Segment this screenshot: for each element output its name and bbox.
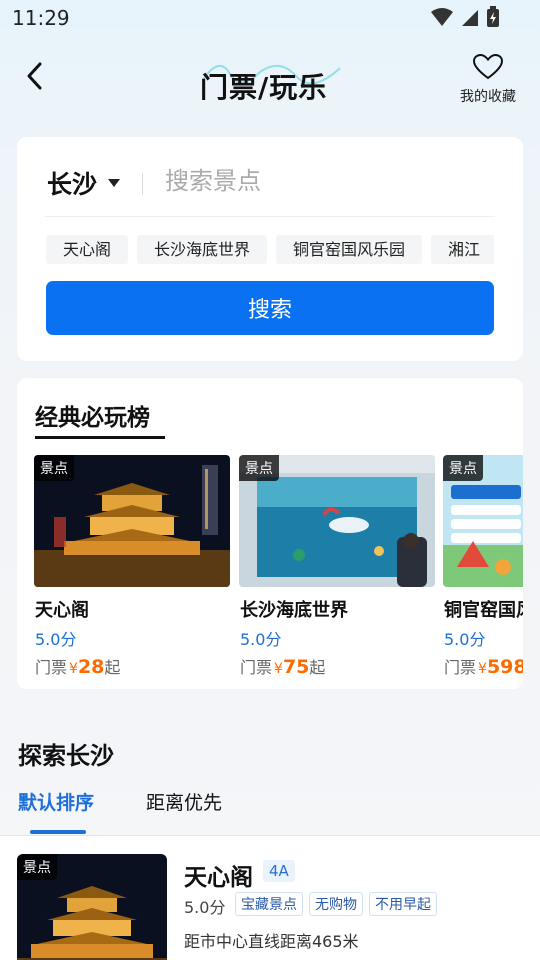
category-badge: 景点 — [239, 455, 279, 481]
favorites-label: 我的收藏 — [460, 89, 516, 105]
hot-tags: 天心阁 长沙海底世界 铜官窑国风乐园 湘江 — [46, 235, 494, 265]
title-underline — [35, 436, 165, 439]
favorites-button[interactable]: 我的收藏 — [456, 53, 520, 105]
feature-tag: 不用早起 — [369, 892, 437, 916]
ranking-item[interactable]: 景点 长沙海底世界 5.0分 门票 ¥75起 — [239, 455, 435, 689]
search-button[interactable]: 搜索 — [46, 281, 494, 335]
hot-tag[interactable]: 天心阁 — [46, 235, 129, 264]
attraction-name: 天心阁 — [184, 865, 253, 891]
ranking-item[interactable]: 景点 铜官窑国风乐园 5.0分 门票¥598起 — [443, 455, 523, 689]
search-input[interactable] — [165, 161, 485, 201]
status-time: 11:29 — [12, 6, 70, 30]
attraction-score: 5.0分 — [240, 630, 282, 649]
distance-text: 距市中心直线距离465米 — [184, 932, 359, 951]
caret-down-icon — [108, 179, 121, 187]
attraction-image: 景点 — [239, 455, 435, 587]
tab-indicator — [30, 830, 86, 834]
explore-title: 探索长沙 — [18, 742, 114, 770]
attraction-image: 景点 — [443, 455, 523, 587]
wifi-icon — [431, 8, 453, 26]
price-line: 门票¥598起 — [444, 654, 523, 678]
price-value: 75 — [282, 656, 310, 678]
status-icons — [430, 6, 500, 28]
title-wrap: 门票/玩乐 — [170, 52, 370, 108]
ranking-card: 经典必玩榜 景点 天心阁 5.0分 门票 ¥28起 景点 长沙海底世界 5.0分… — [17, 378, 523, 689]
attraction-image: 景点 — [34, 455, 230, 587]
currency-symbol: ¥ — [478, 661, 487, 677]
sort-tabs: 默认排序 距离优先 — [0, 786, 540, 836]
feature-tags: 宝藏景点 无购物 不用早起 — [235, 892, 437, 916]
page-title: 门票/玩乐 — [200, 71, 328, 104]
price-prefix: 门票 — [444, 658, 477, 677]
status-bar: 11:29 — [0, 0, 540, 36]
ranking-title: 经典必玩榜 — [35, 405, 150, 431]
price-suffix: 起 — [309, 658, 326, 677]
hot-tag[interactable]: 长沙海底世界 — [137, 235, 268, 264]
signal-icon — [462, 10, 478, 26]
price-value: 598 — [486, 656, 523, 678]
divider — [45, 216, 495, 217]
category-badge: 景点 — [34, 455, 74, 481]
header: 门票/玩乐 我的收藏 — [0, 40, 540, 120]
level-badge: 4A — [263, 860, 295, 882]
attraction-name: 铜官窑国风乐园 — [444, 600, 523, 621]
attraction-list: 景点 天心阁 4A 5.0分 宝藏景点 无购物 不用早起 距市中心直线距离465… — [0, 836, 540, 960]
attraction-score: 5.0分 — [444, 630, 486, 649]
attraction-score: 5.0分 — [184, 898, 226, 917]
price-suffix: 起 — [104, 658, 121, 677]
attraction-image: 景点 — [17, 854, 167, 960]
ranking-item[interactable]: 景点 天心阁 5.0分 门票 ¥28起 — [34, 455, 230, 689]
attraction-name: 长沙海底世界 — [240, 600, 348, 621]
price-prefix: 门票 — [35, 658, 68, 677]
back-arrow-icon — [27, 62, 42, 90]
heart-icon — [472, 53, 504, 80]
currency-symbol: ¥ — [69, 661, 78, 677]
price-line: 门票 ¥28起 — [35, 654, 120, 678]
category-badge: 景点 — [443, 455, 483, 481]
hot-tag[interactable]: 铜官窑国风乐园 — [276, 235, 423, 264]
city-name: 长沙 — [47, 170, 98, 199]
feature-tag: 无购物 — [309, 892, 363, 916]
currency-symbol: ¥ — [274, 661, 283, 677]
ranking-list: 景点 天心阁 5.0分 门票 ¥28起 景点 长沙海底世界 5.0分 门票 ¥7… — [34, 455, 523, 689]
category-badge: 景点 — [17, 854, 57, 880]
price-line: 门票 ¥75起 — [240, 654, 325, 678]
tab-distance-first[interactable]: 距离优先 — [146, 788, 222, 815]
tab-default-sort[interactable]: 默认排序 — [18, 788, 94, 815]
city-selector[interactable]: 长沙 — [47, 165, 121, 201]
search-card: 长沙 天心阁 长沙海底世界 铜官窑国风乐园 湘江 搜索 — [17, 137, 523, 361]
back-button[interactable] — [14, 56, 54, 96]
battery-icon — [487, 6, 499, 27]
divider — [142, 173, 143, 195]
price-prefix: 门票 — [240, 658, 273, 677]
feature-tag: 宝藏景点 — [235, 892, 303, 916]
attraction-name: 天心阁 — [35, 600, 89, 621]
price-value: 28 — [77, 656, 105, 678]
hot-tag[interactable]: 湘江 — [431, 235, 494, 264]
attraction-score: 5.0分 — [35, 630, 77, 649]
